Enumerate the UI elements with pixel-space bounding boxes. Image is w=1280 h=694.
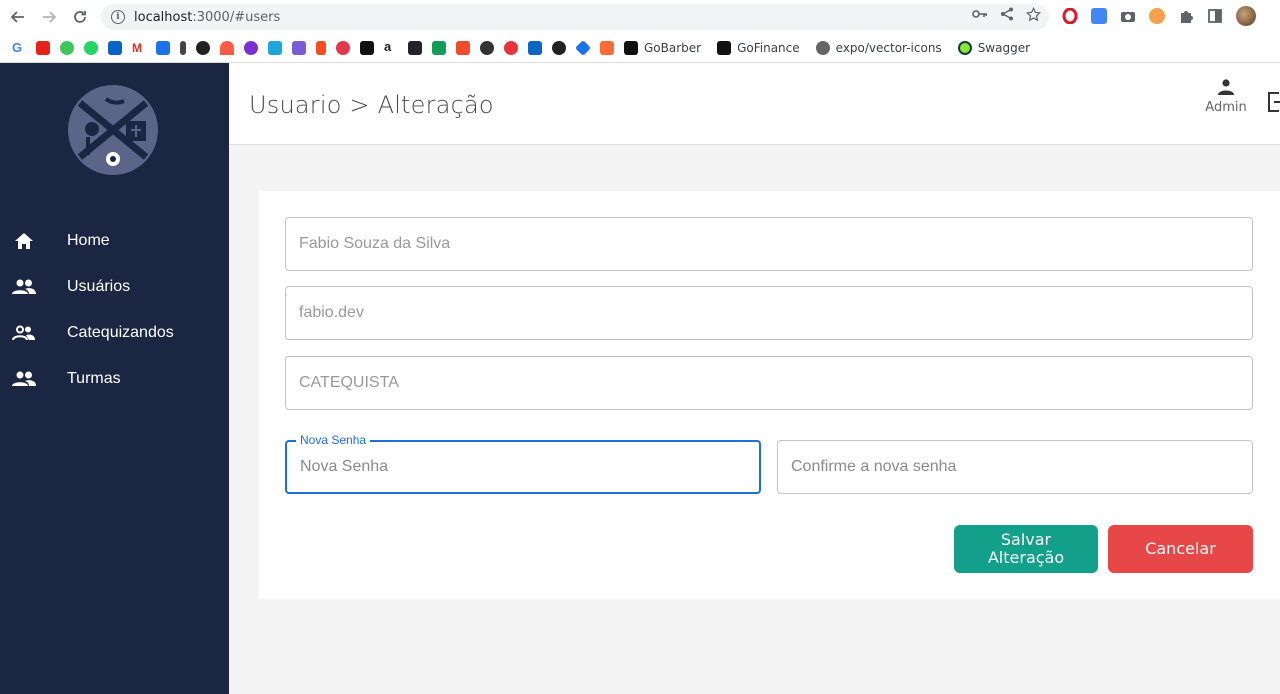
swagger-icon [957, 41, 972, 55]
sidebar-item-label: Turmas [67, 370, 121, 387]
url-host: localhost [134, 9, 193, 25]
sidebar-menu: Home Usuários Catequizandos Turmas [0, 218, 229, 402]
page-header: Usuario > Alteração Admin [229, 63, 1280, 145]
bookmark-star-icon[interactable] [1025, 6, 1042, 25]
share-icon[interactable] [1000, 7, 1014, 25]
bookmark-gobarber[interactable]: GoBarber [624, 41, 701, 55]
bookmarks-bar: G M a GoBarber GoFinance expo/vector-ico… [0, 34, 1280, 63]
home-icon [12, 232, 36, 250]
bookmark-swagger[interactable]: Swagger [957, 41, 1031, 55]
forward-arrow-icon[interactable] [38, 6, 60, 28]
new-password-input[interactable] [287, 442, 759, 492]
bookmark-label: Swagger [977, 41, 1031, 55]
expo-icon [815, 41, 830, 55]
user-menu[interactable]: Admin [1203, 79, 1249, 115]
circle-app-icon[interactable] [336, 41, 350, 55]
back-arrow-icon[interactable] [7, 6, 29, 28]
google-icon[interactable]: G [12, 41, 26, 55]
amazon-icon[interactable]: a [384, 40, 398, 55]
compass-icon[interactable] [480, 41, 494, 55]
gobarber-icon [624, 41, 638, 55]
youtube-icon[interactable] [36, 41, 50, 55]
linkedin-icon[interactable] [528, 41, 542, 55]
extension-orange-icon[interactable] [1149, 8, 1165, 24]
bookmark-label: GoBarber [644, 41, 702, 55]
cancel-button[interactable]: Cancelar [1108, 525, 1253, 573]
camera-icon[interactable] [1120, 8, 1136, 24]
address-bar[interactable]: i localhost:3000/#users [101, 4, 1049, 30]
play-icon[interactable] [60, 41, 74, 55]
sheets-icon[interactable] [432, 41, 446, 55]
github-icon[interactable] [196, 41, 210, 55]
gmail-icon[interactable]: M [132, 41, 146, 55]
users-icon [12, 279, 36, 295]
bookmark-gofinance[interactable]: GoFinance [717, 41, 800, 55]
role-field[interactable] [285, 356, 1253, 410]
figma-icon[interactable] [316, 41, 326, 55]
sidebar: Home Usuários Catequizandos Turmas [0, 63, 229, 694]
name-input[interactable] [286, 218, 1252, 270]
user-label: Admin [1205, 100, 1247, 115]
red-circle-icon[interactable] [504, 41, 518, 55]
purple-icon[interactable] [244, 41, 258, 55]
diamond-icon[interactable] [575, 40, 591, 56]
sidebar-item-label: Home [67, 232, 110, 249]
confirm-password-input[interactable] [778, 441, 1252, 493]
edit-user-form: Nova Senha Salvar Alteração Cancelar [259, 191, 1280, 599]
sidebar-item-label: Catequizandos [67, 324, 174, 341]
groups-icon [12, 371, 36, 387]
shop-icon[interactable] [456, 41, 470, 55]
sidebar-item-home[interactable]: Home [0, 218, 229, 264]
puzzle-icon[interactable] [1178, 8, 1194, 24]
react-icon[interactable] [408, 41, 422, 55]
shoe-icon[interactable] [268, 41, 282, 55]
save-button[interactable]: Salvar Alteração [954, 525, 1098, 573]
person-icon [1203, 79, 1249, 100]
app-logo[interactable] [68, 85, 158, 175]
signal-icon[interactable] [220, 41, 234, 55]
new-password-field[interactable]: Nova Senha [285, 433, 761, 494]
username-input[interactable] [286, 287, 1252, 339]
browser-toolbar: i localhost:3000/#users [0, 0, 1280, 34]
bike-icon[interactable] [360, 41, 374, 55]
postman-icon[interactable] [600, 41, 614, 55]
url-path: :3000/#users [192, 9, 281, 25]
bookmark-label: expo/vector-icons [835, 41, 942, 55]
logout-icon[interactable] [1267, 91, 1280, 118]
outlook-icon[interactable] [108, 41, 122, 55]
name-field[interactable] [285, 217, 1253, 271]
info-icon[interactable]: i [111, 10, 125, 24]
profile-avatar[interactable] [1236, 6, 1256, 26]
github-alt-icon[interactable] [552, 41, 566, 55]
bookmark-expo[interactable]: expo/vector-icons [815, 41, 942, 55]
sidebar-item-usuarios[interactable]: Usuários [0, 264, 229, 310]
confirm-password-field[interactable] [777, 440, 1253, 494]
sidebar-item-catequizandos[interactable]: Catequizandos [0, 310, 229, 356]
bookmark-blue-icon[interactable] [156, 41, 170, 55]
translate-icon[interactable] [1091, 8, 1107, 24]
people-outline-icon [12, 325, 36, 341]
pin-icon[interactable] [180, 41, 186, 55]
opera-icon[interactable] [1062, 7, 1078, 25]
page-title: Usuario > Alteração [249, 91, 494, 119]
username-field[interactable] [285, 286, 1253, 340]
gofinance-icon [717, 41, 732, 55]
reload-icon[interactable] [69, 6, 91, 28]
sidebar-item-turmas[interactable]: Turmas [0, 356, 229, 402]
sidepanel-icon[interactable] [1207, 8, 1223, 24]
bookmark-label: GoFinance [737, 41, 800, 55]
sidebar-item-label: Usuários [67, 278, 131, 295]
shield-icon[interactable] [292, 41, 306, 55]
key-icon[interactable] [972, 7, 988, 25]
role-input[interactable] [286, 357, 1252, 409]
whatsapp-icon[interactable] [84, 41, 98, 55]
